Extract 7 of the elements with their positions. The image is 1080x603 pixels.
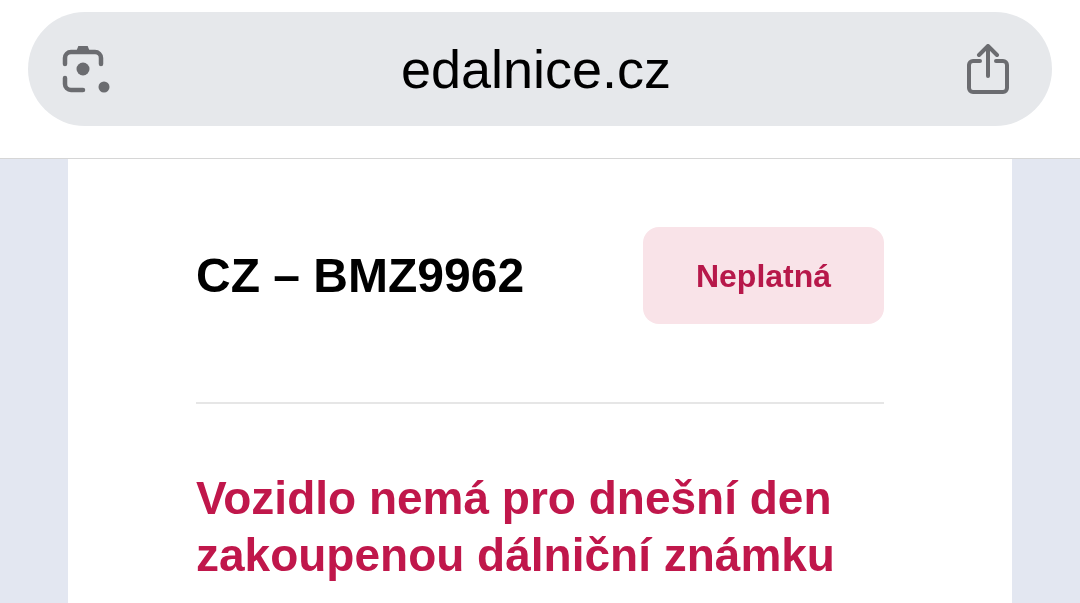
camera-scan-icon[interactable]	[62, 44, 112, 94]
status-message: Vozidlo nemá pro dnešní den zakoupenou dálniční známku	[196, 471, 836, 583]
license-plate-number: CZ – BMZ9962	[196, 251, 525, 300]
url-text[interactable]: edalnice.cz	[400, 42, 672, 96]
status-badge: Neplatná	[643, 227, 884, 324]
share-icon[interactable]	[966, 44, 1010, 94]
address-bar[interactable]: edalnice.cz	[28, 12, 1052, 126]
